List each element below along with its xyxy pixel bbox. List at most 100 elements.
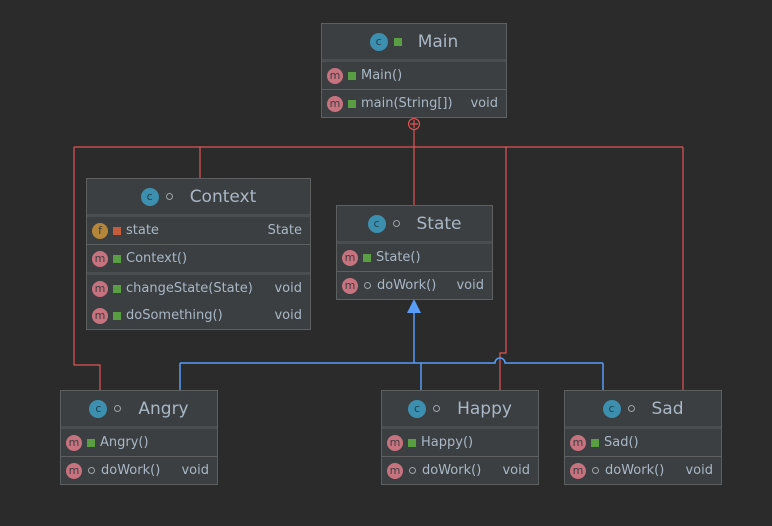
member-name: main(String[]): [361, 96, 453, 111]
method-icon: m: [66, 434, 82, 451]
method-row[interactable]: m Happy(): [382, 429, 538, 456]
method-icon: m: [327, 95, 343, 112]
member-name: doWork(): [377, 278, 437, 293]
member-type: void: [274, 281, 302, 296]
class-icon: c: [408, 399, 427, 418]
member-name: state: [126, 223, 159, 238]
method-row[interactable]: m Sad(): [565, 429, 721, 456]
public-lock-icon: [591, 438, 599, 447]
method-row[interactable]: m doSomething() void: [87, 302, 310, 329]
member-section: m Context(): [87, 244, 310, 272]
method-row[interactable]: m changeState(State) void: [87, 275, 310, 302]
class-header[interactable]: c Main: [322, 24, 506, 62]
method-row[interactable]: m Main(): [322, 62, 506, 89]
field-row[interactable]: f state State: [87, 217, 310, 244]
public-lock-icon: [113, 254, 121, 263]
class-icon: c: [602, 399, 621, 418]
public-lock-icon: [393, 37, 402, 46]
method-icon: m: [342, 277, 358, 294]
class-main[interactable]: c Main m Main() m main(String[]) void: [321, 23, 507, 118]
method-icon: m: [92, 307, 108, 324]
package-visibility-icon: [165, 193, 173, 200]
public-lock-icon: [348, 71, 356, 80]
class-runnable-icon: c: [369, 32, 388, 51]
member-type: void: [685, 463, 713, 478]
class-name: Sad: [651, 398, 684, 419]
member-section: m Angry(): [61, 429, 217, 456]
package-visibility-icon: [114, 405, 122, 412]
method-row[interactable]: m Angry(): [61, 429, 217, 456]
link-main-bus: [74, 117, 683, 148]
class-name: Angry: [138, 398, 189, 419]
member-section: m State(): [337, 244, 492, 271]
class-icon: c: [140, 187, 159, 206]
class-header[interactable]: c Sad: [565, 391, 721, 429]
method-row[interactable]: m main(String[]) void: [322, 90, 506, 117]
class-icon: c: [89, 399, 108, 418]
class-name: Context: [189, 186, 257, 207]
link-happy: [499, 147, 507, 390]
member-section: m Sad(): [565, 429, 721, 456]
member-name: doWork(): [422, 463, 482, 478]
class-name: Main: [417, 31, 459, 52]
member-section: m Main(): [322, 62, 506, 89]
public-lock-icon: [87, 438, 95, 447]
member-section: m main(String[]) void: [322, 89, 506, 117]
method-icon: m: [92, 250, 108, 267]
method-icon: m: [570, 462, 586, 479]
class-context[interactable]: c Context f state State m Context() m changeStat…: [86, 178, 311, 330]
public-lock-icon: [113, 284, 121, 293]
method-icon: m: [342, 249, 358, 266]
method-row[interactable]: m Context(): [87, 245, 310, 272]
member-section: m doWork() void: [382, 456, 538, 484]
package-visibility-icon: [627, 405, 635, 412]
member-section: m doWork() void: [337, 271, 492, 299]
class-state[interactable]: c State m State() m doWork() void: [336, 205, 493, 300]
member-name: doWork(): [605, 463, 665, 478]
member-name: Happy(): [421, 435, 474, 450]
method-row[interactable]: m State(): [337, 244, 492, 271]
member-name: State(): [376, 250, 421, 265]
member-name: changeState(State): [126, 281, 253, 296]
package-visibility-icon: [433, 405, 441, 412]
method-row[interactable]: m doWork() void: [337, 272, 492, 299]
member-section: m Happy(): [382, 429, 538, 456]
member-name: doSomething(): [126, 308, 223, 323]
package-visibility-icon: [88, 467, 95, 474]
method-icon: m: [66, 462, 82, 479]
private-lock-icon: [113, 226, 121, 235]
package-visibility-icon: [364, 282, 371, 289]
package-visibility-icon: [392, 220, 400, 227]
member-name: Context(): [126, 251, 188, 266]
class-name: Happy: [457, 398, 512, 419]
class-header[interactable]: c Context: [87, 179, 310, 217]
class-header[interactable]: c Angry: [61, 391, 217, 429]
member-name: Sad(): [604, 435, 639, 450]
package-visibility-icon: [592, 467, 599, 474]
member-name: Main(): [361, 68, 403, 83]
method-icon: m: [387, 434, 403, 451]
member-type: void: [502, 463, 530, 478]
member-section: f state State: [87, 217, 310, 244]
class-angry[interactable]: c Angry m Angry() m doWork() void: [60, 390, 218, 485]
inherit-bus: [180, 357, 603, 364]
member-type: void: [470, 96, 498, 111]
member-type: void: [456, 278, 484, 293]
public-lock-icon: [348, 99, 356, 108]
class-header[interactable]: c State: [337, 206, 492, 244]
method-icon: m: [387, 462, 403, 479]
class-happy[interactable]: c Happy m Happy() m doWork() void: [381, 390, 539, 485]
field-icon: f: [92, 222, 108, 239]
public-lock-icon: [408, 438, 416, 447]
member-name: Angry(): [100, 435, 149, 450]
method-row[interactable]: m doWork() void: [565, 457, 721, 484]
class-header[interactable]: c Happy: [382, 391, 538, 429]
class-sad[interactable]: c Sad m Sad() m doWork() void: [564, 390, 722, 485]
method-row[interactable]: m doWork() void: [382, 457, 538, 484]
member-name: doWork(): [101, 463, 161, 478]
public-lock-icon: [363, 253, 371, 262]
method-icon: m: [92, 280, 108, 297]
member-section: m changeState(State) void m doSomething() voi…: [87, 272, 310, 329]
method-row[interactable]: m doWork() void: [61, 457, 217, 484]
member-section: m doWork() void: [61, 456, 217, 484]
